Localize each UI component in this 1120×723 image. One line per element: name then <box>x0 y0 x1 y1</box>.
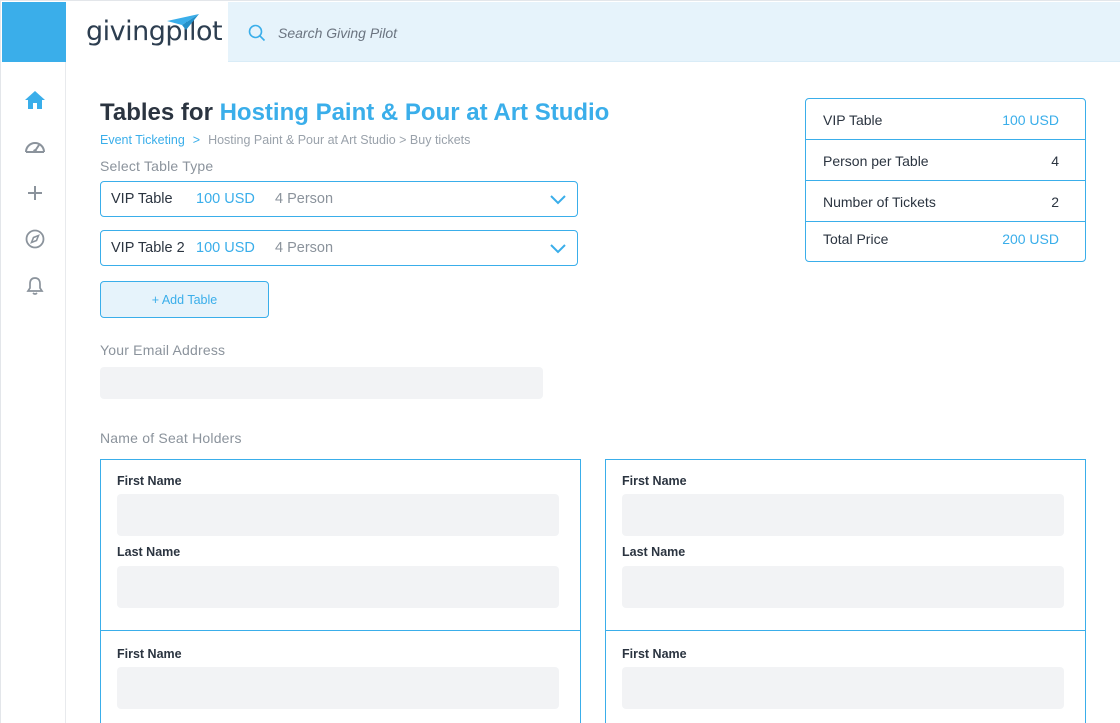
seat-holder-card: First Name Last Name <box>605 459 1086 631</box>
chevron-down-icon[interactable] <box>549 243 567 254</box>
plus-icon[interactable] <box>23 181 47 205</box>
table-select-price: 100 USD <box>196 240 255 256</box>
first-name-label: First Name <box>117 474 182 488</box>
order-summary: VIP Table 100 USD Person per Table 4 Num… <box>805 98 1086 262</box>
home-icon[interactable] <box>23 88 47 112</box>
add-table-button[interactable]: + Add Table <box>100 281 269 318</box>
page-title-prefix: Tables for <box>100 99 220 126</box>
seat-holder-card: First Name <box>605 630 1086 723</box>
compass-icon[interactable] <box>23 227 47 251</box>
last-name-label: Last Name <box>117 545 181 559</box>
summary-row: Total Price 200 USD <box>806 222 1085 261</box>
summary-row: Number of Tickets 2 <box>806 181 1085 222</box>
summary-key: Number of Tickets <box>823 194 936 210</box>
sidebar-nav <box>2 62 66 723</box>
search-input[interactable] <box>278 20 678 46</box>
page-title-event: Hosting Paint & Pour at Art Studio <box>219 99 610 126</box>
summary-value: 100 USD <box>1002 112 1059 128</box>
table-select-1[interactable]: VIP Table 100 USD 4 Person <box>100 181 578 217</box>
breadcrumb-current: Hosting Paint & Pour at Art Studio > Buy… <box>208 133 471 147</box>
table-select-persons: 4 Person <box>275 191 334 207</box>
paper-plane-icon <box>167 14 199 30</box>
seat-holder-card: First Name Last Name <box>100 459 581 631</box>
table-select-2[interactable]: VIP Table 2 100 USD 4 Person <box>100 230 578 266</box>
first-name-input[interactable] <box>117 494 559 536</box>
page-title: Tables for Hosting Paint & Pour at Art S… <box>100 99 609 127</box>
first-name-label: First Name <box>117 647 182 661</box>
summary-value: 200 USD <box>1002 231 1059 247</box>
breadcrumb-event-ticketing[interactable]: Event Ticketing <box>100 133 185 147</box>
logo-text: givingpilot <box>86 16 223 47</box>
first-name-input[interactable] <box>622 667 1064 709</box>
rail-header <box>2 2 66 62</box>
summary-key: Total Price <box>823 231 889 247</box>
summary-row: VIP Table 100 USD <box>806 99 1085 140</box>
search-icon[interactable] <box>248 24 266 42</box>
bell-icon[interactable] <box>23 274 47 298</box>
last-name-label: Last Name <box>622 545 686 559</box>
breadcrumb-separator: > <box>192 133 201 147</box>
seat-holder-card: First Name <box>100 630 581 723</box>
first-name-input[interactable] <box>117 667 559 709</box>
summary-value: 2 <box>1051 194 1059 210</box>
table-select-name: VIP Table 2 <box>111 240 185 256</box>
first-name-input[interactable] <box>622 494 1064 536</box>
last-name-input[interactable] <box>117 566 559 608</box>
summary-row: Person per Table 4 <box>806 140 1085 181</box>
brand-area[interactable]: givingpilot <box>66 2 228 62</box>
top-bar <box>228 2 1120 62</box>
last-name-input[interactable] <box>622 566 1064 608</box>
first-name-label: First Name <box>622 647 687 661</box>
summary-value: 4 <box>1051 153 1059 169</box>
email-input[interactable] <box>100 367 543 399</box>
summary-key: VIP Table <box>823 112 883 128</box>
dashboard-icon[interactable] <box>23 134 47 158</box>
table-select-name: VIP Table <box>111 191 173 207</box>
summary-key: Person per Table <box>823 153 929 169</box>
first-name-label: First Name <box>622 474 687 488</box>
email-label: Your Email Address <box>100 342 226 358</box>
table-select-price: 100 USD <box>196 191 255 207</box>
table-type-label: Select Table Type <box>100 158 214 174</box>
seat-holders-label: Name of Seat Holders <box>100 430 242 446</box>
table-select-persons: 4 Person <box>275 240 334 256</box>
breadcrumb: Event Ticketing > Hosting Paint & Pour at … <box>100 133 470 147</box>
chevron-down-icon[interactable] <box>549 194 567 205</box>
